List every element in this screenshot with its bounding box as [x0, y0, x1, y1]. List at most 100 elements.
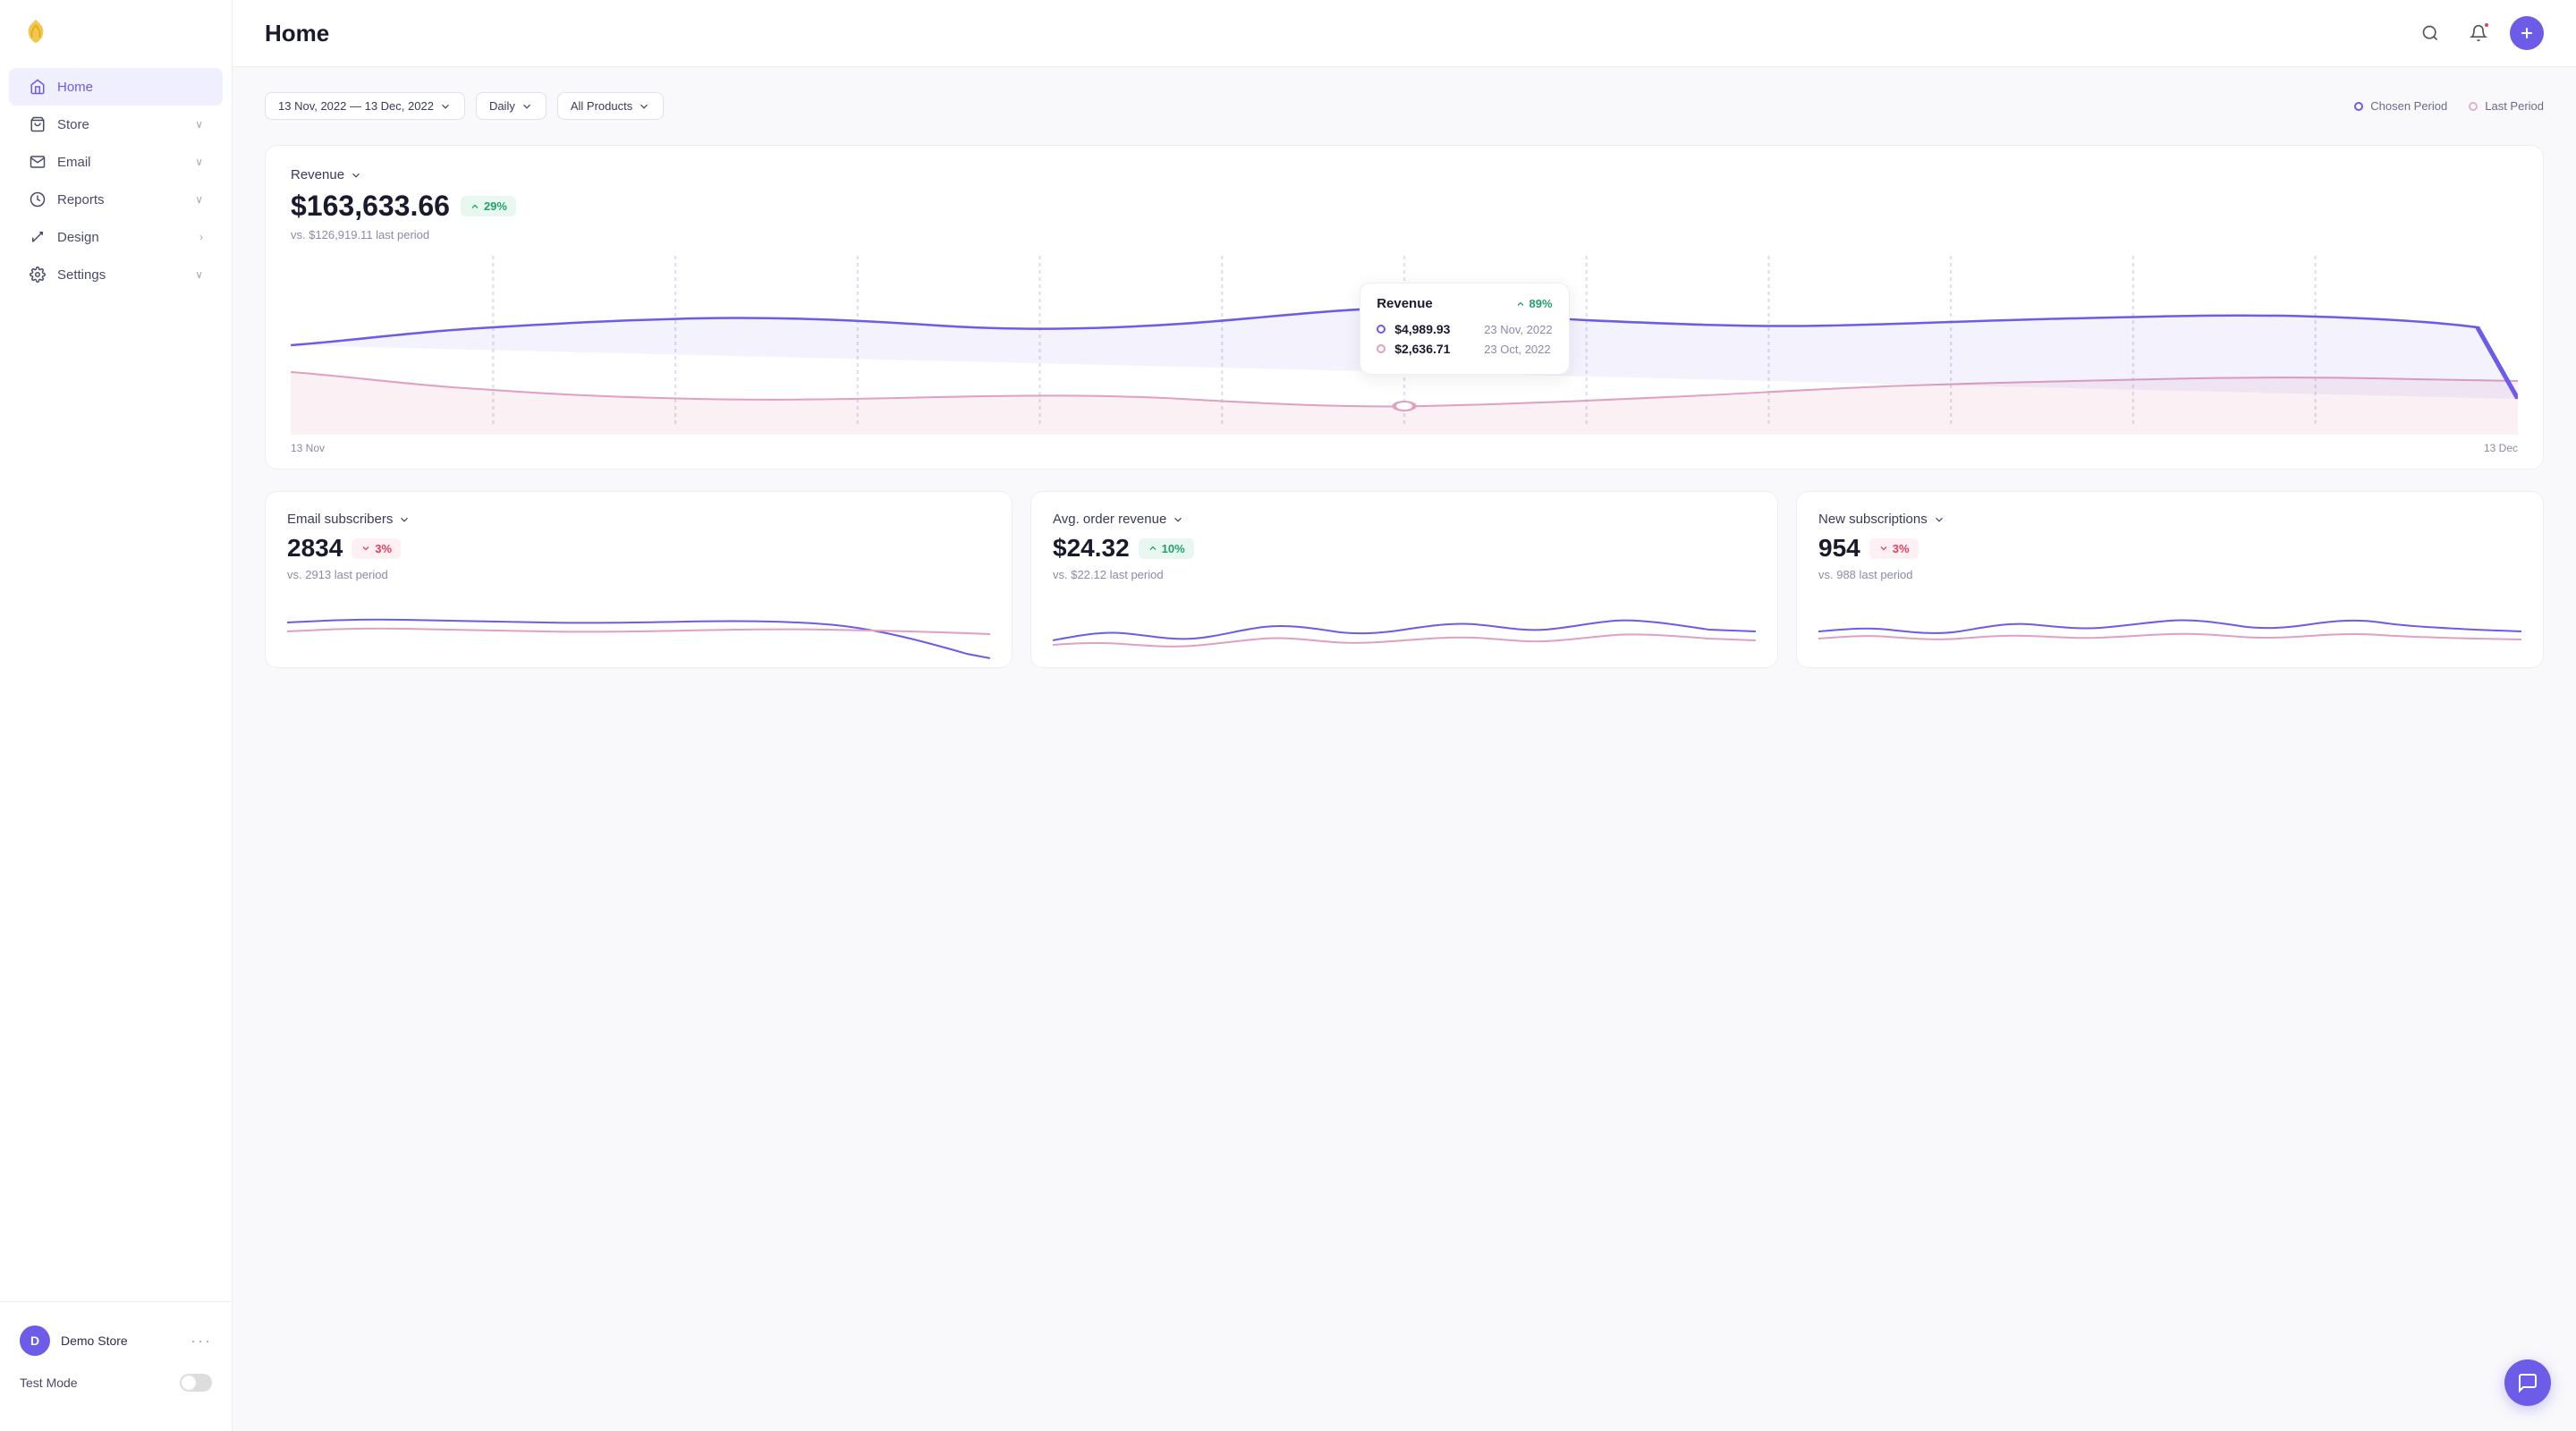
reports-icon	[29, 191, 47, 208]
test-mode-row: Test Mode	[9, 1365, 223, 1401]
email-subscribers-value: 2834 3%	[287, 534, 990, 563]
chevron-down-icon	[398, 513, 411, 526]
new-subscriptions-label[interactable]: New subscriptions	[1818, 512, 2521, 527]
legend-last-label: Last Period	[2485, 99, 2544, 113]
product-filter-label: All Products	[571, 99, 632, 113]
tooltip-title: Revenue	[1377, 296, 1433, 311]
revenue-card: Revenue $163,633.66 29% vs. $126,919.11 …	[265, 145, 2544, 470]
notifications-button[interactable]	[2462, 16, 2496, 50]
tooltip-dot-chosen	[1377, 325, 1385, 334]
legend-last-dot	[2469, 102, 2478, 111]
store-menu-icon[interactable]: ···	[191, 1332, 212, 1351]
sidebar-item-label: Email	[57, 155, 91, 170]
logo-icon	[20, 16, 52, 48]
avg-order-revenue-value: $24.32 10%	[1053, 534, 1756, 563]
chevron-right-icon: ›	[199, 231, 203, 243]
sidebar-item-label: Settings	[57, 267, 106, 283]
sidebar-item-settings[interactable]: Settings ∨	[9, 256, 223, 293]
sidebar-bottom: D Demo Store ··· Test Mode	[0, 1301, 232, 1415]
avatar: D	[20, 1325, 50, 1356]
store-item[interactable]: D Demo Store ···	[9, 1317, 223, 1365]
revenue-chart: Revenue 89% $4,989.93 23 Nov, 2022	[291, 256, 2518, 435]
email-icon	[29, 153, 47, 171]
chart-start-label: 13 Nov	[291, 442, 325, 454]
tooltip-badge: 89%	[1515, 297, 1553, 310]
sidebar-item-design[interactable]: Design ›	[9, 218, 223, 256]
chat-button[interactable]	[2504, 1359, 2551, 1406]
search-button[interactable]	[2413, 16, 2447, 50]
legend-chosen-label: Chosen Period	[2370, 99, 2447, 113]
new-subscriptions-card: New subscriptions 954 3% vs. 988 last pe…	[1796, 491, 2544, 668]
home-icon	[29, 78, 47, 96]
sidebar-item-label: Reports	[57, 192, 105, 207]
date-range-filter[interactable]: 13 Nov, 2022 — 13 Dec, 2022	[265, 92, 465, 120]
page-title: Home	[265, 20, 329, 47]
store-icon	[29, 115, 47, 133]
tooltip-val-2: $2,636.71	[1394, 342, 1475, 356]
sidebar: Home Store ∨ Email ∨	[0, 0, 233, 1431]
legend-chosen-period: Chosen Period	[2354, 99, 2447, 113]
revenue-value: $163,633.66 29%	[291, 190, 2518, 223]
new-subscriptions-value: 954 3%	[1818, 534, 2521, 563]
tooltip-row-1: $4,989.93 23 Nov, 2022	[1377, 322, 1552, 336]
main-area: Home	[233, 0, 2576, 1431]
revenue-sub: vs. $126,919.11 last period	[291, 228, 2518, 241]
avg-order-revenue-badge: 10%	[1139, 538, 1194, 559]
chevron-down-icon: ∨	[195, 118, 203, 131]
mini-cards-row: Email subscribers 2834 3% vs. 2913 last …	[265, 491, 2544, 668]
chart-date-labels: 13 Nov 13 Dec	[291, 435, 2518, 469]
revenue-badge: 29%	[461, 196, 516, 216]
header: Home	[233, 0, 2576, 67]
legend-last-period: Last Period	[2469, 99, 2544, 113]
sidebar-item-store[interactable]: Store ∨	[9, 106, 223, 143]
logo	[0, 16, 232, 68]
header-actions	[2413, 16, 2544, 50]
email-subscribers-label[interactable]: Email subscribers	[287, 512, 990, 527]
avg-order-revenue-label[interactable]: Avg. order revenue	[1053, 512, 1756, 527]
new-subscriptions-chart	[1818, 596, 2521, 667]
nav-menu: Home Store ∨ Email ∨	[0, 68, 232, 293]
sidebar-item-label: Home	[57, 80, 93, 95]
tooltip-row-2: $2,636.71 23 Oct, 2022	[1377, 342, 1552, 356]
tooltip-val-1: $4,989.93	[1394, 322, 1475, 336]
sidebar-item-label: Design	[57, 230, 99, 245]
new-subscriptions-sub: vs. 988 last period	[1818, 568, 2521, 581]
email-subscribers-card: Email subscribers 2834 3% vs. 2913 last …	[265, 491, 1013, 668]
chevron-down-icon	[1172, 513, 1184, 526]
frequency-label: Daily	[489, 99, 515, 113]
chevron-down-icon: ∨	[195, 268, 203, 281]
legend-chosen-dot	[2354, 102, 2363, 111]
sidebar-item-reports[interactable]: Reports ∨	[9, 181, 223, 218]
design-icon	[29, 228, 47, 246]
product-filter[interactable]: All Products	[557, 92, 664, 120]
legend: Chosen Period Last Period	[2354, 99, 2544, 113]
new-subscriptions-badge: 3%	[1869, 538, 1919, 559]
content: 13 Nov, 2022 — 13 Dec, 2022 Daily All Pr…	[233, 67, 2576, 1431]
email-subscribers-chart	[287, 596, 990, 667]
tooltip-date-1: 23 Nov, 2022	[1484, 323, 1552, 336]
sidebar-item-email[interactable]: Email ∨	[9, 143, 223, 181]
test-mode-label: Test Mode	[20, 1376, 78, 1390]
test-mode-toggle[interactable]	[180, 1374, 212, 1392]
store-name: Demo Store	[61, 1334, 128, 1348]
tooltip-date-2: 23 Oct, 2022	[1484, 343, 1550, 356]
add-button[interactable]	[2510, 16, 2544, 50]
toolbar: 13 Nov, 2022 — 13 Dec, 2022 Daily All Pr…	[265, 92, 2544, 120]
chart-end-label: 13 Dec	[2484, 442, 2518, 454]
chevron-down-icon: ∨	[195, 193, 203, 206]
revenue-chevron-icon	[350, 169, 362, 182]
tooltip-dot-last	[1377, 344, 1385, 353]
email-subscribers-sub: vs. 2913 last period	[287, 568, 990, 581]
frequency-filter[interactable]: Daily	[476, 92, 547, 120]
avg-order-revenue-chart	[1053, 596, 1756, 667]
notification-badge	[2483, 21, 2490, 29]
sidebar-item-label: Store	[57, 117, 89, 132]
avg-order-revenue-sub: vs. $22.12 last period	[1053, 568, 1756, 581]
chevron-down-icon: ∨	[195, 156, 203, 168]
date-range-label: 13 Nov, 2022 — 13 Dec, 2022	[278, 99, 434, 113]
chart-tooltip: Revenue 89% $4,989.93 23 Nov, 2022	[1360, 283, 1569, 375]
sidebar-item-home[interactable]: Home	[9, 68, 223, 106]
avg-order-revenue-card: Avg. order revenue $24.32 10% vs. $22.12…	[1030, 491, 1778, 668]
settings-icon	[29, 266, 47, 284]
revenue-label[interactable]: Revenue	[291, 167, 2518, 182]
